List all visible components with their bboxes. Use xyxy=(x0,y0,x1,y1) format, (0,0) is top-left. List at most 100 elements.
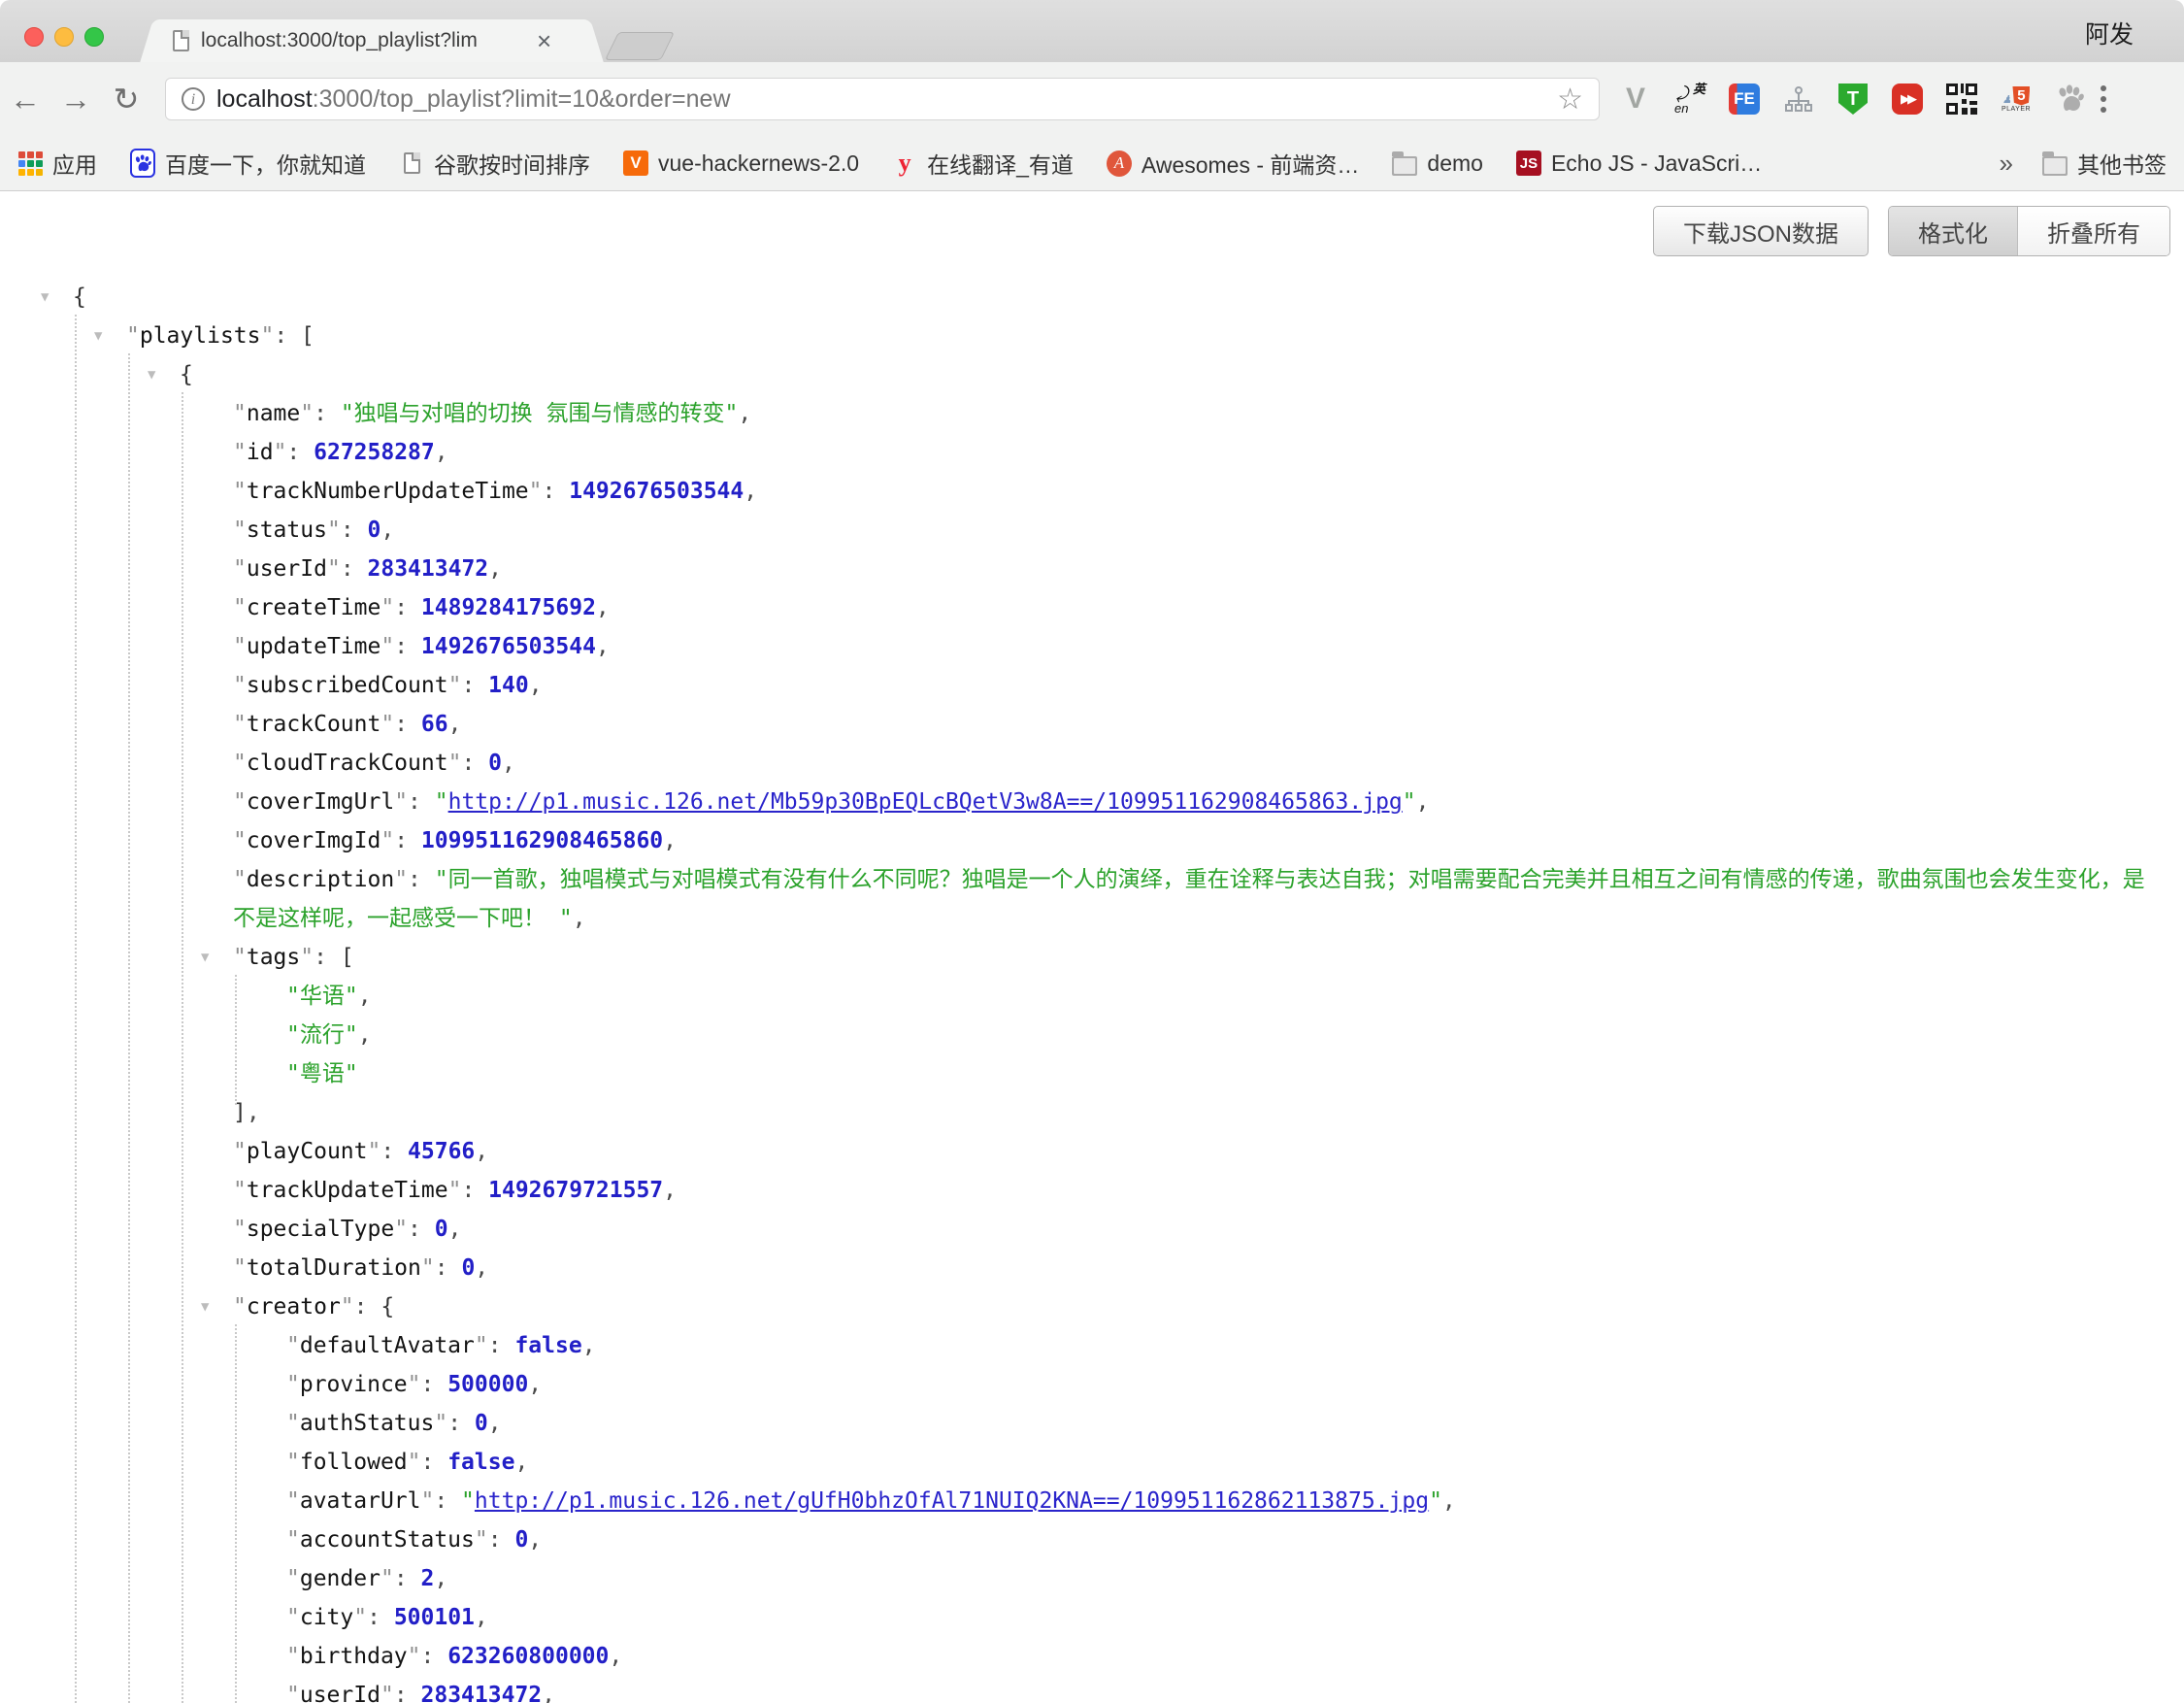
json-colon: : xyxy=(461,673,488,698)
json-key: totalDuration xyxy=(247,1255,421,1281)
json-quote: " xyxy=(448,751,462,776)
json-bracket: { xyxy=(381,1294,394,1319)
translate-en-glyph: en xyxy=(1674,102,1688,115)
other-bookmarks-label: 其他书签 xyxy=(2077,147,2167,180)
collapse-triangle-icon[interactable]: ▼ xyxy=(201,938,209,977)
back-icon[interactable]: ← xyxy=(0,82,50,117)
json-line: "粤语" xyxy=(0,1054,2184,1093)
document-icon xyxy=(399,150,424,176)
json-quote: " xyxy=(345,1061,358,1086)
json-quote: " xyxy=(381,712,394,737)
json-key: userId xyxy=(300,1683,381,1703)
bookmarks-bar: 应用 百度一下，你就知道 谷歌按时间排序 V vue-hackernews-2.… xyxy=(0,136,2184,191)
translate-arrow-icon: ⤸ xyxy=(1675,83,1689,103)
tab-close-icon[interactable]: × xyxy=(537,28,551,53)
json-number-value: 623260800000 xyxy=(447,1644,609,1669)
json-url-link[interactable]: http://p1.music.126.net/gUfH0bhzOfAl71NU… xyxy=(475,1488,1429,1514)
json-colon: : xyxy=(286,440,314,465)
baidu-paw-icon xyxy=(130,150,155,176)
browser-tab[interactable]: localhost:3000/top_playlist?lim × xyxy=(159,19,584,62)
bookmark-label: Echo JS - JavaScri… xyxy=(1551,150,1762,177)
bookmark-youdao[interactable]: y 在线翻译_有道 xyxy=(892,147,1074,180)
json-colon: : xyxy=(488,1333,515,1358)
reload-icon[interactable]: ↻ xyxy=(101,81,151,117)
format-button[interactable]: 格式化 xyxy=(1889,207,2017,255)
browser-menu-icon[interactable] xyxy=(2101,85,2106,113)
paw-extension-icon[interactable] xyxy=(2054,83,2087,116)
json-quote: " xyxy=(394,1217,408,1242)
json-quote: " xyxy=(286,1683,300,1703)
minimize-window-button[interactable] xyxy=(54,27,74,47)
json-url-link[interactable]: http://p1.music.126.net/Mb59p30BpEQLcBQe… xyxy=(448,789,1403,815)
json-quote: " xyxy=(381,1566,394,1591)
json-quote: " xyxy=(300,401,314,426)
json-comma: , xyxy=(528,1527,542,1553)
json-colon: : xyxy=(394,595,421,620)
collapse-all-button[interactable]: 折叠所有 xyxy=(2017,207,2169,255)
bookmark-apps[interactable]: 应用 xyxy=(17,147,97,180)
json-colon: : xyxy=(394,1683,421,1703)
bookmark-label: 应用 xyxy=(52,147,97,180)
json-colon: : xyxy=(341,556,368,582)
profile-name[interactable]: 阿发 xyxy=(2085,16,2134,50)
other-bookmarks[interactable]: 其他书签 xyxy=(2042,147,2167,180)
collapse-triangle-icon[interactable]: ▼ xyxy=(41,278,49,317)
vue-devtools-icon[interactable]: V xyxy=(1619,83,1652,116)
bookmark-baidu[interactable]: 百度一下，你就知道 xyxy=(130,147,366,180)
forward-icon[interactable]: → xyxy=(50,82,101,117)
json-key: description xyxy=(247,867,394,892)
json-key: accountStatus xyxy=(300,1527,475,1553)
bookmarks-overflow-icon[interactable]: » xyxy=(2000,149,2013,179)
json-number-value: 2 xyxy=(421,1566,435,1591)
json-number-value: 0 xyxy=(475,1411,488,1436)
json-colon: : xyxy=(381,1139,408,1164)
json-comma: , xyxy=(448,712,462,737)
new-tab-button[interactable] xyxy=(605,32,675,60)
bookmark-google-sorted[interactable]: 谷歌按时间排序 xyxy=(399,147,590,180)
sitemap-extension-icon[interactable] xyxy=(1782,83,1815,116)
collapse-triangle-icon[interactable]: ▼ xyxy=(201,1287,209,1326)
json-number-value: 0 xyxy=(488,751,502,776)
json-colon: : xyxy=(461,751,488,776)
url-host: localhost xyxy=(216,85,313,113)
json-quote: " xyxy=(233,634,247,659)
json-line: "trackCount": 66, xyxy=(0,705,2184,744)
json-comma: , xyxy=(528,1372,542,1397)
bookmark-echojs[interactable]: JS Echo JS - JavaScri… xyxy=(1516,150,1762,177)
bookmark-star-icon[interactable]: ☆ xyxy=(1557,83,1583,117)
json-number-value: 627258287 xyxy=(314,440,435,465)
json-quote: " xyxy=(381,595,394,620)
json-key: creator xyxy=(247,1294,341,1319)
tampermonkey-shield-icon[interactable]: T xyxy=(1837,83,1870,116)
qr-code-extension-icon[interactable] xyxy=(1945,83,1978,116)
html5-player-extension-icon[interactable]: ♟ 5 PLAYER xyxy=(2000,83,2033,116)
json-quote: " xyxy=(233,556,247,582)
zoom-window-button[interactable] xyxy=(84,27,104,47)
json-number-value: 140 xyxy=(488,673,529,698)
apps-grid-icon xyxy=(17,150,43,176)
bookmark-awesomes[interactable]: A Awesomes - 前端资… xyxy=(1107,147,1360,180)
fe-extension-icon[interactable]: FE xyxy=(1728,83,1761,116)
json-colon: : xyxy=(434,1488,461,1514)
download-json-button[interactable]: 下载JSON数据 xyxy=(1653,206,1869,256)
url-text[interactable]: localhost:3000/top_playlist?limit=10&ord… xyxy=(216,85,1557,114)
json-key: specialType xyxy=(247,1217,394,1242)
page-info-icon[interactable]: i xyxy=(182,87,205,111)
json-quote: " xyxy=(475,1527,488,1553)
close-window-button[interactable] xyxy=(24,27,44,47)
collapse-triangle-icon[interactable]: ▼ xyxy=(148,355,155,394)
json-colon: : xyxy=(394,828,421,853)
address-bar[interactable]: i localhost:3000/top_playlist?limit=10&o… xyxy=(165,78,1600,120)
title-bar: localhost:3000/top_playlist?lim × 阿发 xyxy=(0,0,2184,62)
json-quote: " xyxy=(233,1178,247,1203)
fast-forward-extension-icon[interactable]: ▶▶ xyxy=(1891,83,1924,116)
bookmark-demo-folder[interactable]: demo xyxy=(1392,150,1483,177)
json-line: "specialType": 0, xyxy=(0,1210,2184,1249)
json-quote: " xyxy=(420,1488,434,1514)
bookmark-vue-hackernews[interactable]: V vue-hackernews-2.0 xyxy=(623,150,859,177)
translate-extension-icon[interactable]: ⤸ 英 en xyxy=(1673,83,1706,116)
json-quote: " xyxy=(435,867,448,892)
json-quote: " xyxy=(233,1139,247,1164)
json-line: "accountStatus": 0, xyxy=(0,1520,2184,1559)
collapse-triangle-icon[interactable]: ▼ xyxy=(94,317,102,355)
